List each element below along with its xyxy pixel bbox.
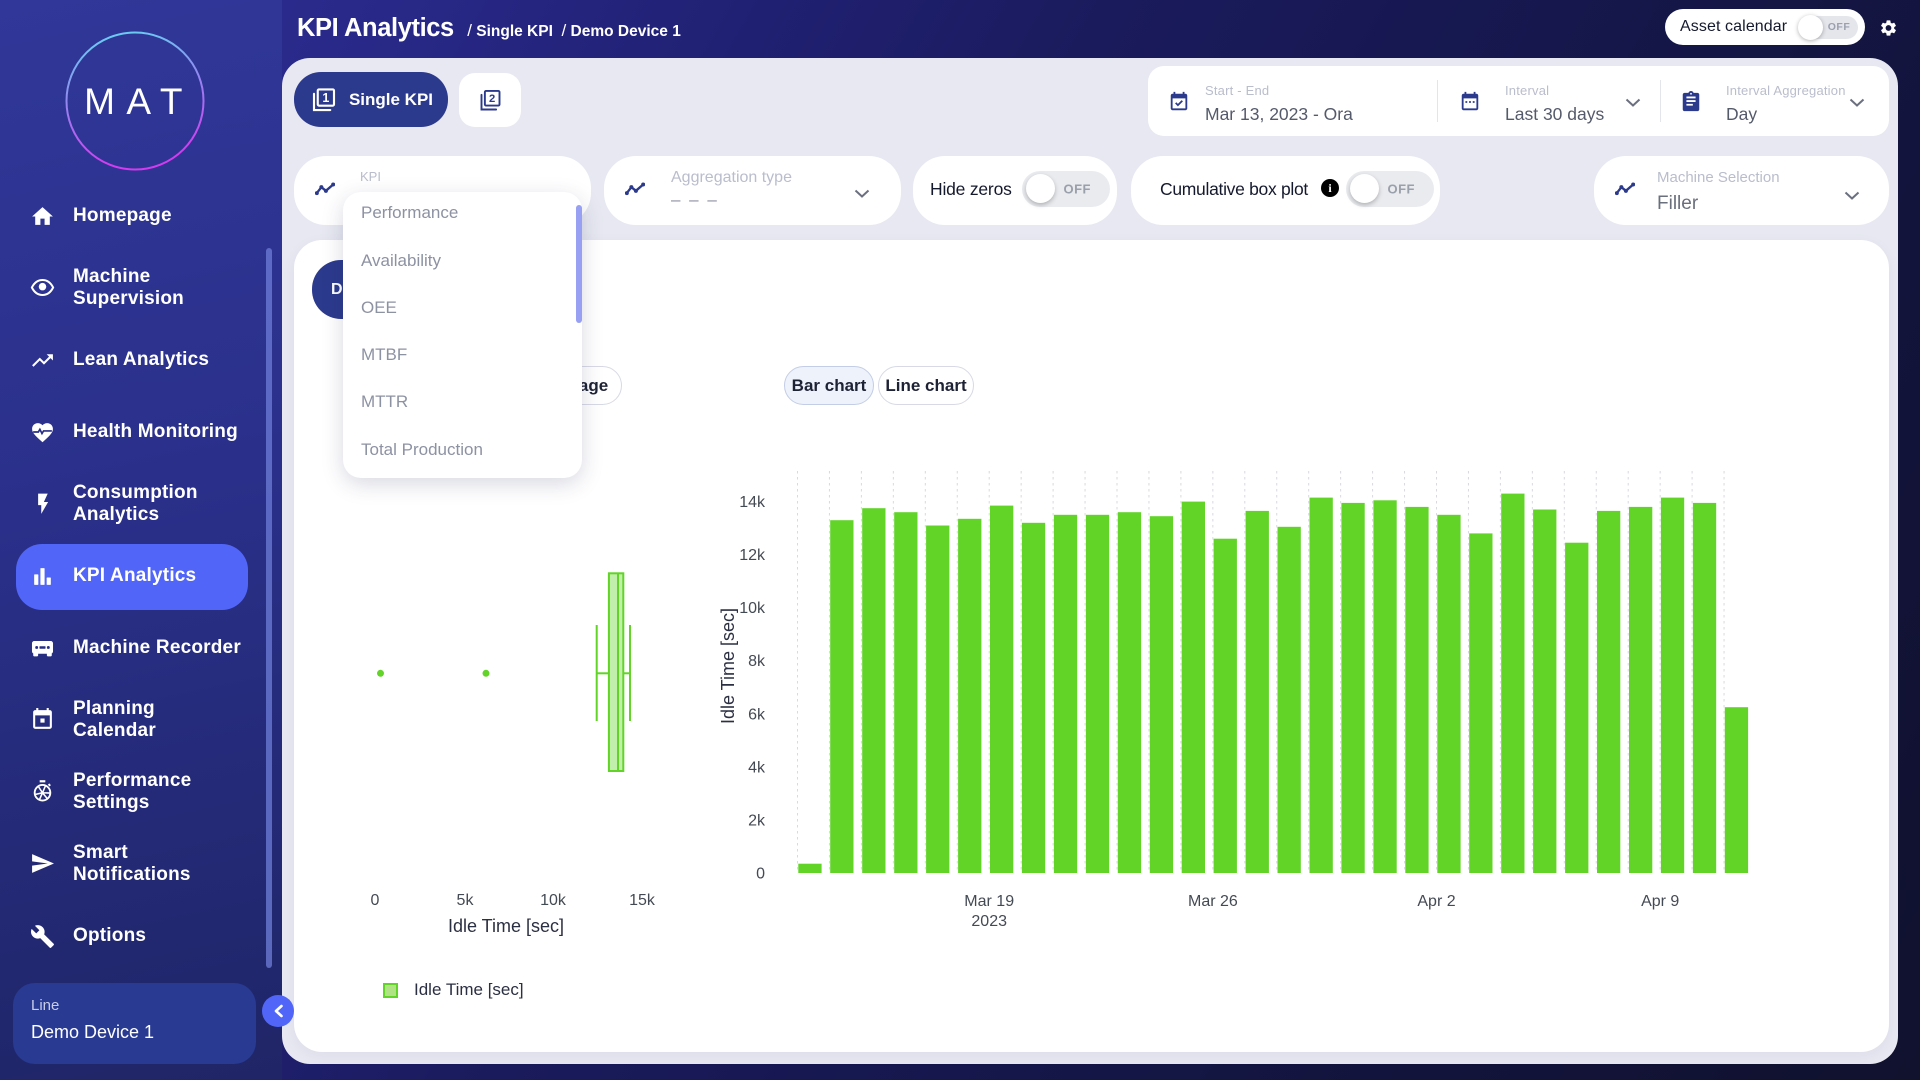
svg-text:5k: 5k <box>457 892 475 909</box>
svg-text:2023: 2023 <box>971 913 1007 930</box>
svg-text:Mar 19: Mar 19 <box>964 893 1014 910</box>
svg-text:4k: 4k <box>748 759 766 776</box>
svg-text:MAT: MAT <box>84 81 194 122</box>
svg-text:0: 0 <box>756 866 765 883</box>
svg-text:Idle Time [sec]: Idle Time [sec] <box>448 916 564 936</box>
svg-text:Mar 26: Mar 26 <box>1188 893 1238 910</box>
svg-text:10k: 10k <box>540 892 567 909</box>
svg-text:8k: 8k <box>748 653 766 670</box>
svg-text:Idle Time [sec]: Idle Time [sec] <box>720 608 738 724</box>
svg-text:Apr 9: Apr 9 <box>1641 893 1679 910</box>
svg-text:0: 0 <box>371 892 380 909</box>
svg-text:10k: 10k <box>739 600 766 617</box>
svg-text:6k: 6k <box>748 706 766 723</box>
svg-text:2: 2 <box>489 93 495 105</box>
svg-text:12k: 12k <box>739 547 766 564</box>
svg-text:14k: 14k <box>739 494 766 511</box>
svg-text:15k: 15k <box>629 892 656 909</box>
svg-text:2k: 2k <box>748 812 766 829</box>
svg-text:1: 1 <box>322 90 329 104</box>
svg-text:Apr 2: Apr 2 <box>1417 893 1455 910</box>
